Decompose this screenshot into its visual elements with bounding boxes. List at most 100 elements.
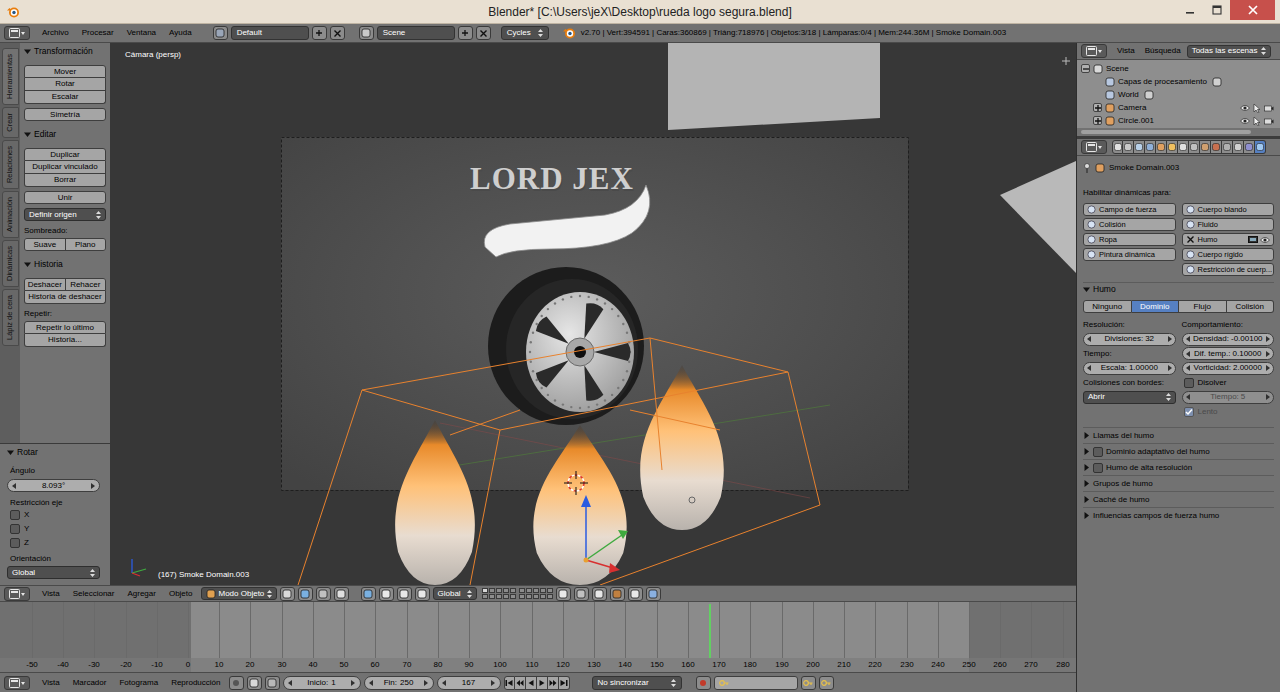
menu-item[interactable]: Marcador	[68, 677, 112, 689]
axis-checkbox-row[interactable]: X	[10, 508, 100, 522]
layer-button[interactable]	[503, 594, 509, 599]
properties-tab[interactable]	[1134, 140, 1145, 154]
outliner-row[interactable]: Circle.001	[1077, 114, 1280, 127]
expand-triangle-icon[interactable]	[1083, 432, 1090, 439]
keying-set-field[interactable]	[714, 676, 798, 690]
expand-triangle-icon[interactable]	[24, 261, 31, 268]
menu-item[interactable]: Búsqueda	[1141, 45, 1185, 57]
properties-tab[interactable]	[1178, 140, 1189, 154]
menu-item[interactable]: Agregar	[122, 588, 160, 600]
minimize-button[interactable]	[1176, 0, 1203, 20]
tool-button[interactable]: Deshacer	[25, 279, 65, 290]
number-field[interactable]: Dif. temp.:0.10000	[1182, 347, 1275, 360]
menu-item[interactable]: Procesar	[77, 27, 119, 39]
manipulator-button[interactable]	[397, 587, 412, 601]
layout-add-button[interactable]	[312, 26, 327, 40]
transport-button[interactable]	[559, 676, 570, 690]
record-button[interactable]	[696, 676, 711, 690]
editor-type-button[interactable]	[4, 587, 30, 601]
mode-dropdown[interactable]: Modo Objeto	[201, 587, 277, 600]
editor-type-button[interactable]	[4, 676, 30, 690]
checkbox[interactable]	[10, 510, 20, 520]
layer-settings-icon[interactable]	[1144, 90, 1154, 100]
eye-icon[interactable]	[1260, 236, 1270, 244]
number-field[interactable]: Escala:1.00000	[1083, 362, 1176, 375]
timeline[interactable]: -50-40-30-20-100102030405060708090100110…	[0, 601, 1076, 672]
transport-button[interactable]	[526, 676, 537, 690]
editor-type-button[interactable]	[1081, 140, 1107, 154]
expand-toggle[interactable]	[1081, 64, 1090, 73]
physics-toggle-button[interactable]: Cuerpo rígido	[1182, 248, 1275, 261]
editor-type-button[interactable]	[1081, 44, 1107, 58]
maximize-button[interactable]	[1203, 0, 1230, 20]
outliner-row[interactable]: World	[1077, 88, 1280, 101]
orientation-dropdown[interactable]: Global	[7, 566, 100, 579]
menu-item[interactable]: Reproducción	[166, 677, 225, 689]
close-button[interactable]	[1230, 0, 1275, 20]
layer-button[interactable]	[503, 588, 509, 593]
manipulator-button[interactable]	[415, 587, 430, 601]
camera-icon[interactable]	[1264, 104, 1274, 112]
auto-key-button[interactable]	[229, 676, 244, 690]
smoke-type-tab[interactable]: Colisión	[1227, 300, 1275, 313]
outliner-row[interactable]: Camera	[1077, 101, 1280, 114]
smoke-type-tab[interactable]: Ninguno	[1083, 300, 1132, 313]
eye-icon[interactable]	[1240, 104, 1250, 112]
shading-button[interactable]	[334, 587, 349, 601]
render-engine-dropdown[interactable]: Cycles	[501, 26, 549, 40]
expand-triangle-icon[interactable]	[1083, 496, 1090, 503]
tool-button[interactable]: Repetir lo último	[24, 321, 106, 334]
cursor-icon[interactable]	[1253, 103, 1261, 113]
layer-button[interactable]	[482, 588, 488, 593]
properties-tab[interactable]	[1167, 140, 1178, 154]
expand-toggle[interactable]	[1093, 103, 1102, 112]
layer-button[interactable]	[489, 594, 495, 599]
subpanel-header[interactable]: Influencias campos de fuerza humo	[1083, 507, 1274, 523]
snap-option-button[interactable]	[628, 587, 643, 601]
tool-button[interactable]: Rotar	[24, 78, 106, 91]
shading-button[interactable]	[280, 587, 295, 601]
physics-toggle-button[interactable]: Humo	[1182, 233, 1275, 246]
menu-item[interactable]: Seleccionar	[68, 588, 120, 600]
layer-button[interactable]	[496, 594, 502, 599]
subpanel-header[interactable]: Dominio adaptativo del humo	[1083, 443, 1274, 459]
subpanel-header[interactable]: Llamas del humo	[1083, 427, 1274, 443]
checkbox[interactable]	[1093, 463, 1103, 473]
expand-triangle-icon[interactable]	[1083, 480, 1090, 487]
physics-toggle-button[interactable]: Restricción de cuerp...	[1182, 263, 1275, 276]
outliner-row[interactable]: Capas de procesamiento	[1077, 75, 1280, 88]
axis-checkbox-row[interactable]: Y	[10, 522, 100, 536]
tool-button[interactable]: Duplicar vinculado	[24, 161, 106, 174]
transport-button[interactable]	[537, 676, 548, 690]
physics-toggle-button[interactable]: Cuerpo blando	[1182, 203, 1275, 216]
cursor-icon[interactable]	[1253, 116, 1261, 126]
layer-button[interactable]	[526, 594, 532, 599]
layer-button[interactable]	[533, 594, 539, 599]
current-frame-field[interactable]: 167	[437, 676, 501, 690]
tool-shelf-tab[interactable]: Herramientas	[2, 48, 19, 105]
transport-button[interactable]	[504, 676, 515, 690]
tool-button[interactable]: Plano	[65, 239, 106, 250]
tool-button[interactable]: Simetría	[24, 108, 106, 121]
subpanel-header[interactable]: Humo de alta resolución	[1083, 459, 1274, 475]
expand-triangle-icon[interactable]	[24, 48, 31, 55]
layer-button[interactable]	[533, 588, 539, 593]
properties-tab[interactable]	[1189, 140, 1200, 154]
tool-button[interactable]: Historia...	[24, 334, 106, 347]
tool-button[interactable]: Borrar	[24, 174, 106, 187]
expand-triangle-icon[interactable]	[1083, 512, 1090, 519]
number-field[interactable]: Vorticidad:2.00000	[1182, 362, 1275, 375]
transport-button[interactable]	[515, 676, 526, 690]
range-button[interactable]	[247, 676, 262, 690]
layer-button[interactable]	[540, 594, 546, 599]
panel-header[interactable]: Historia	[24, 256, 106, 272]
scene-delete-button[interactable]	[476, 26, 491, 40]
subpanel-header[interactable]: Grupos de humo	[1083, 475, 1274, 491]
subpanel-header[interactable]: Caché de humo	[1083, 491, 1274, 507]
layer-button[interactable]	[489, 588, 495, 593]
number-field[interactable]: Densidad:-0.00100	[1182, 333, 1275, 346]
snap-option-button[interactable]	[610, 587, 625, 601]
menu-item[interactable]: Fotograma	[114, 677, 163, 689]
region-toggle-icon[interactable]	[1062, 57, 1070, 65]
layout-field[interactable]: Default	[231, 26, 309, 40]
